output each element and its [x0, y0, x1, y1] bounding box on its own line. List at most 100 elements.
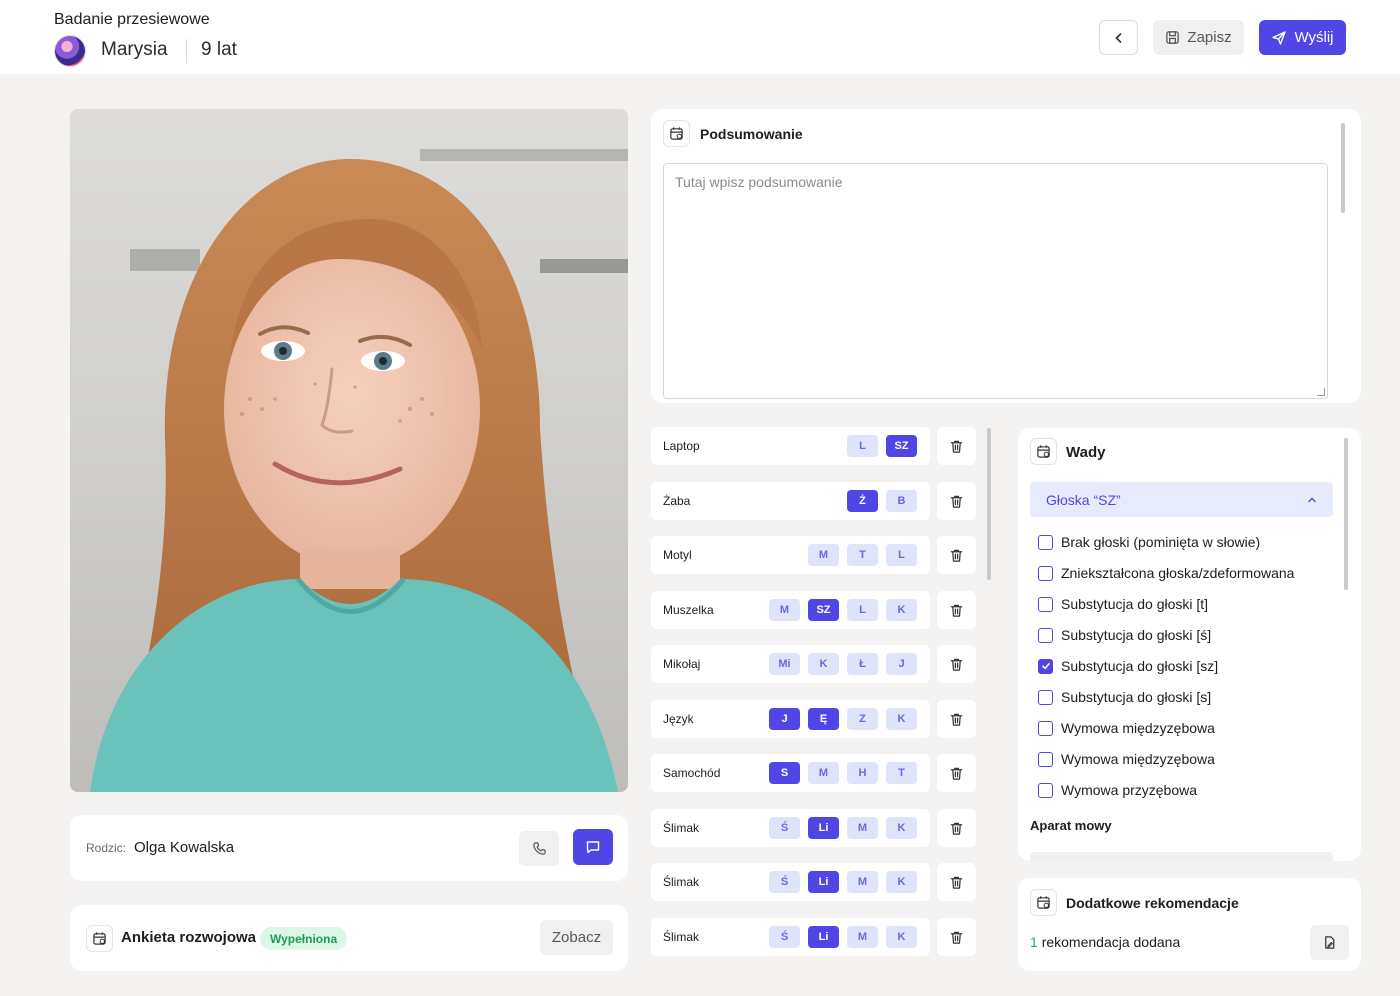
defects-scrollbar[interactable] [1344, 438, 1348, 590]
defect-option[interactable]: Substytucja do głoski [sz] [1038, 656, 1218, 676]
defect-option[interactable]: Wymowa międzyzębowa [1038, 718, 1215, 738]
checkbox[interactable] [1038, 689, 1053, 705]
delete-word-button[interactable] [937, 918, 976, 956]
phoneme-toggle[interactable]: T [886, 762, 917, 784]
phoneme-toggle[interactable]: Ł [847, 653, 878, 675]
phoneme-toggle[interactable]: J [769, 708, 800, 730]
save-button[interactable]: Zapisz [1153, 20, 1244, 55]
phoneme-toggle[interactable]: K [886, 817, 917, 839]
phoneme-toggle[interactable]: L [886, 544, 917, 566]
delete-word-button[interactable] [937, 591, 976, 629]
word-list-scrollbar[interactable] [987, 428, 991, 580]
phoneme-toggle[interactable]: Ś [769, 871, 800, 893]
phoneme-toggle[interactable]: Z [847, 708, 878, 730]
save-label: Zapisz [1187, 29, 1232, 46]
phoneme-toggle[interactable]: M [847, 817, 878, 839]
message-button[interactable] [573, 829, 613, 865]
defect-option-label: Substytucja do głoski [s] [1061, 689, 1212, 705]
phoneme-toggle[interactable]: Li [808, 871, 839, 893]
phoneme-toggle[interactable]: H [847, 762, 878, 784]
phoneme-toggle[interactable]: J [886, 653, 917, 675]
summary-card: Podsumowanie [651, 109, 1361, 403]
phoneme-toggle[interactable]: Ś [769, 926, 800, 948]
word-label: Samochód [663, 766, 721, 780]
phoneme-toggle[interactable]: S [769, 762, 800, 784]
send-button[interactable]: Wyślij [1259, 20, 1346, 55]
checkbox-checked[interactable] [1038, 658, 1053, 674]
top-bar: Badanie przesiewowe Marysia 9 lat Zapisz… [0, 0, 1400, 74]
word-label: Motyl [663, 548, 692, 562]
word-label: Ślimak [663, 875, 700, 889]
defect-option[interactable]: Wymowa przyzębowa [1038, 780, 1197, 800]
back-button[interactable] [1099, 20, 1138, 55]
recommendations-count: 1 rekomendacja dodana [1030, 934, 1180, 950]
word-row: Motyl M T L [651, 536, 930, 574]
checkbox[interactable] [1038, 596, 1053, 612]
delete-word-button[interactable] [937, 645, 976, 683]
phoneme-toggle[interactable]: M [769, 599, 800, 621]
phoneme-toggle[interactable]: B [886, 490, 917, 512]
call-button[interactable] [519, 831, 559, 866]
see-survey-button[interactable]: Zobacz [540, 920, 613, 955]
phoneme-toggle[interactable]: Li [808, 926, 839, 948]
phoneme-toggle[interactable]: K [808, 653, 839, 675]
defect-option-label: Zniekształcona głoska/zdeformowana [1061, 565, 1295, 581]
delete-word-button[interactable] [937, 427, 976, 465]
phoneme-toggle[interactable]: SZ [808, 599, 839, 621]
phoneme-toggle[interactable]: Li [808, 817, 839, 839]
phoneme-toggle[interactable]: T [847, 544, 878, 566]
floppy-disk-icon [1166, 31, 1180, 44]
phoneme-toggle[interactable]: Ś [769, 817, 800, 839]
checkbox[interactable] [1038, 627, 1053, 643]
phoneme-toggle[interactable]: Ż [847, 490, 878, 512]
phoneme-toggle[interactable]: M [847, 871, 878, 893]
phoneme-toggle[interactable]: K [886, 926, 917, 948]
defect-option[interactable]: Substytucja do głoski [s] [1038, 687, 1211, 707]
phoneme-toggle[interactable]: M [847, 926, 878, 948]
trash-icon [950, 713, 963, 726]
defect-option[interactable]: Wymowa międzyzębowa [1038, 749, 1215, 769]
checkbox[interactable] [1038, 782, 1053, 798]
phoneme-toggle[interactable]: Mi [769, 653, 800, 675]
phoneme-toggle[interactable]: Ę [808, 708, 839, 730]
defect-option-label: Substytucja do głoski [sz] [1061, 658, 1219, 674]
delete-word-button[interactable] [937, 700, 976, 738]
phoneme-toggle[interactable]: SZ [886, 435, 917, 457]
word-label: Ślimak [663, 821, 700, 835]
defect-option[interactable]: Substytucja do głoski [ś] [1038, 625, 1211, 645]
phoneme-toggle[interactable]: K [886, 871, 917, 893]
phoneme-toggle[interactable]: M [808, 544, 839, 566]
summary-scrollbar[interactable] [1341, 123, 1345, 213]
word-row: Ślimak Ś Li M K [651, 863, 930, 901]
delete-word-button[interactable] [937, 863, 976, 901]
checkbox[interactable] [1038, 720, 1053, 736]
survey-status-badge: Wypełniona [260, 927, 348, 950]
recommendations-count-text: rekomendacja dodana [1041, 934, 1181, 950]
defect-option[interactable]: Substytucja do głoski [t] [1038, 594, 1208, 614]
phoneme-toggle[interactable]: K [886, 708, 917, 730]
open-recommendations-button[interactable] [1310, 925, 1349, 960]
phoneme-toggle[interactable]: K [886, 599, 917, 621]
parent-name: Olga Kowalska [134, 839, 235, 856]
checkbox[interactable] [1038, 565, 1053, 581]
defect-option-label: Wymowa międzyzębowa [1061, 720, 1215, 736]
delete-word-button[interactable] [937, 482, 976, 520]
phoneme-toggle[interactable]: M [808, 762, 839, 784]
resize-handle[interactable] [1317, 388, 1325, 396]
word-row: Żaba Ż B [651, 482, 930, 520]
phoneme-toggle[interactable]: L [847, 599, 878, 621]
delete-word-button[interactable] [937, 754, 976, 792]
delete-word-button[interactable] [937, 809, 976, 847]
defect-option-label: Brak głoski (pominięta w słowie) [1061, 534, 1261, 550]
defect-option[interactable]: Zniekształcona głoska/zdeformowana [1038, 563, 1294, 583]
checkbox[interactable] [1038, 751, 1053, 767]
phoneme-toggle[interactable]: L [847, 435, 878, 457]
delete-word-button[interactable] [937, 536, 976, 574]
defect-option[interactable]: Brak głoski (pominięta w słowie) [1038, 532, 1260, 552]
summary-textarea[interactable] [663, 163, 1328, 399]
calendar-icon [1030, 438, 1057, 465]
checkbox[interactable] [1038, 534, 1053, 550]
collapsed-section-bar[interactable] [1030, 852, 1333, 861]
phoneme-dropdown[interactable]: Głoska “SZ” [1030, 482, 1333, 517]
recommendations-number: 1 [1030, 934, 1038, 950]
